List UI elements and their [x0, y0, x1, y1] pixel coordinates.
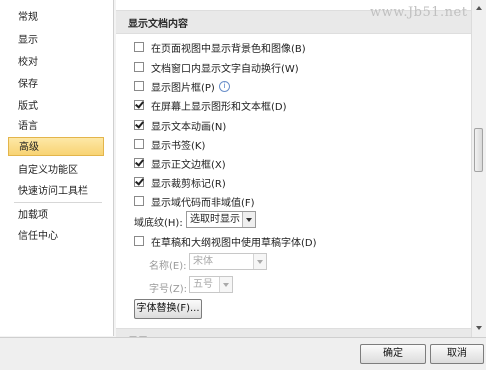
dialog-footer: 确定 取消 — [0, 337, 486, 370]
field-shading-label: 域底纹(H): — [134, 218, 183, 229]
option-picture-placeholders[interactable]: 显示图片框(P) i — [134, 78, 230, 94]
field-shading-select[interactable]: 选取时显示 — [186, 211, 256, 228]
chevron-down-icon — [242, 212, 255, 227]
font-size-select[interactable]: 五号 — [189, 276, 233, 293]
nav-item-save[interactable]: 保存 — [8, 75, 104, 94]
option-label: 显示裁剪标记(R) — [151, 178, 226, 190]
font-size-label: 字号(Z): — [149, 284, 188, 295]
checkbox[interactable] — [134, 139, 144, 149]
option-label: 显示图片框(P) — [151, 82, 215, 94]
option-label: 在草稿和大纲视图中使用草稿字体(D) — [151, 237, 317, 249]
checkbox[interactable] — [134, 42, 144, 52]
cancel-button[interactable]: 取消 — [430, 344, 484, 364]
option-label: 显示域代码而非域值(F) — [151, 197, 255, 209]
option-bookmarks[interactable]: 显示书签(K) — [134, 136, 205, 152]
info-icon[interactable]: i — [218, 80, 230, 92]
checkbox[interactable] — [134, 120, 144, 130]
font-name-value: 宋体 — [193, 256, 213, 267]
advanced-options-panel: 显示文档内容 在页面视图中显示背景色和图像(B) 文档窗口内显示文字自动换行(W… — [116, 0, 471, 337]
option-field-codes[interactable]: 显示域代码而非域值(F) — [134, 193, 255, 209]
scroll-down-icon[interactable] — [473, 322, 485, 334]
option-wrap-text[interactable]: 文档窗口内显示文字自动换行(W) — [134, 59, 299, 75]
section-header-display: 显示 — [116, 328, 471, 337]
scroll-up-icon[interactable] — [473, 2, 485, 14]
options-nav: 常规 显示 校对 保存 版式 语言 高级 自定义功能区 快速访问工具栏 加载项 … — [0, 0, 114, 336]
chevron-down-icon — [253, 254, 266, 269]
font-substitution-button[interactable]: 字体替换(F)... — [134, 299, 202, 319]
chevron-down-icon — [219, 277, 232, 292]
option-label: 显示正文边框(X) — [151, 159, 226, 171]
field-shading-value: 选取时显示 — [190, 214, 240, 225]
checkbox[interactable] — [134, 62, 144, 72]
checkbox[interactable] — [134, 236, 144, 246]
checkbox[interactable] — [134, 158, 144, 168]
nav-item-proofing[interactable]: 校对 — [8, 53, 104, 72]
nav-item-customize-ribbon[interactable]: 自定义功能区 — [8, 161, 104, 180]
option-label: 显示书签(K) — [151, 140, 206, 152]
option-label: 在页面视图中显示背景色和图像(B) — [151, 43, 306, 55]
option-label: 显示文本动画(N) — [151, 121, 227, 133]
scroll-thumb[interactable] — [474, 128, 483, 172]
checkbox[interactable] — [134, 177, 144, 187]
option-drawings-textboxes[interactable]: 在屏幕上显示图形和文本框(D) — [134, 97, 287, 113]
checkbox[interactable] — [134, 81, 144, 91]
nav-item-layout[interactable]: 版式 — [8, 97, 104, 116]
option-draft-font[interactable]: 在草稿和大纲视图中使用草稿字体(D) — [134, 233, 317, 249]
word-options-dialog: 常规 显示 校对 保存 版式 语言 高级 自定义功能区 快速访问工具栏 加载项 … — [0, 0, 486, 370]
nav-item-display[interactable]: 显示 — [8, 31, 104, 50]
font-name-label: 名称(E): — [149, 261, 187, 272]
font-size-value: 五号 — [193, 279, 213, 290]
checkbox[interactable] — [134, 196, 144, 206]
font-name-select[interactable]: 宋体 — [189, 253, 267, 270]
nav-item-quick-access-toolbar[interactable]: 快速访问工具栏 — [8, 182, 104, 201]
watermark: www.Jb51.net — [370, 5, 468, 20]
option-text-animation[interactable]: 显示文本动画(N) — [134, 117, 226, 133]
nav-item-trust-center[interactable]: 信任中心 — [8, 227, 104, 246]
option-text-boundaries[interactable]: 显示正文边框(X) — [134, 155, 226, 171]
nav-item-language[interactable]: 语言 — [8, 117, 104, 136]
option-crop-marks[interactable]: 显示裁剪标记(R) — [134, 174, 226, 190]
section-title: 显示文档内容 — [128, 19, 188, 30]
option-label: 在屏幕上显示图形和文本框(D) — [151, 101, 287, 113]
ok-button[interactable]: 确定 — [360, 344, 426, 364]
option-label: 文档窗口内显示文字自动换行(W) — [151, 63, 299, 75]
vertical-scrollbar[interactable] — [471, 0, 486, 337]
option-background-colors[interactable]: 在页面视图中显示背景色和图像(B) — [134, 39, 306, 55]
nav-item-add-ins[interactable]: 加载项 — [8, 206, 104, 225]
checkbox[interactable] — [134, 100, 144, 110]
nav-divider — [14, 202, 102, 203]
nav-item-advanced[interactable]: 高级 — [8, 137, 104, 156]
nav-item-general[interactable]: 常规 — [8, 8, 104, 27]
